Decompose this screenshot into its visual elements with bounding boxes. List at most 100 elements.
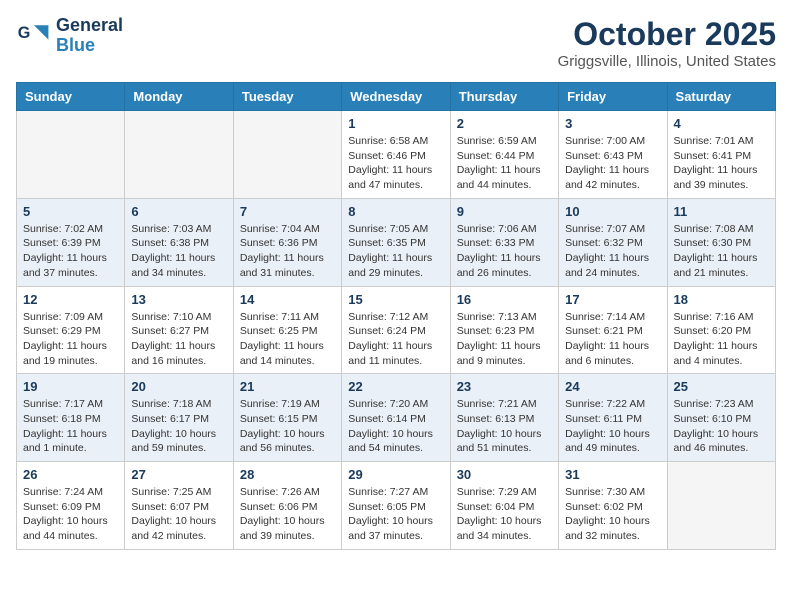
calendar-cell: 7Sunrise: 7:04 AM Sunset: 6:36 PM Daylig… (233, 198, 341, 286)
day-info: Sunrise: 7:10 AM Sunset: 6:27 PM Dayligh… (131, 310, 226, 369)
week-row-3: 12 Sunrise: 7:09 AM Sunset: 6:29 PM Dayli… (17, 286, 776, 374)
day-number: 21 (240, 379, 335, 394)
day-number: 29 (348, 467, 443, 482)
day-number: 10 (565, 204, 660, 219)
day-number: 13 (131, 292, 226, 307)
day-info: Sunrise: 6:58 AM Sunset: 6:46 PM Dayligh… (348, 134, 443, 193)
calendar-cell: 28Sunrise: 7:26 AM Sunset: 6:06 PM Dayli… (233, 462, 341, 550)
day-info: Sunrise: 7:17 AM Sunset: 6:18 PM Dayligh… (23, 397, 118, 456)
day-info: Sunrise: 7:25 AM Sunset: 6:07 PM Dayligh… (131, 485, 226, 544)
day-number: 4 (674, 116, 769, 131)
calendar-cell: 26 Sunrise: 7:24 AM Sunset: 6:09 PM Dayli… (17, 462, 125, 550)
calendar-cell: 16Sunrise: 7:13 AM Sunset: 6:23 PM Dayli… (450, 286, 558, 374)
day-number: 15 (348, 292, 443, 307)
location-title: Griggsville, Illinois, United States (558, 53, 776, 70)
calendar-cell (233, 111, 341, 199)
calendar-cell: 30 Sunrise: 7:29 AM Sunset: 6:04 PM Dayli… (450, 462, 558, 550)
day-info: Sunrise: 7:13 AM Sunset: 6:23 PM Dayligh… (457, 310, 552, 369)
day-number: 18 (674, 292, 769, 307)
calendar-cell: 31Sunrise: 7:30 AM Sunset: 6:02 PM Dayli… (559, 462, 667, 550)
calendar-cell: 4 Sunrise: 7:01 AM Sunset: 6:41 PM Daylig… (667, 111, 775, 199)
weekday-header-wednesday: Wednesday (342, 83, 450, 111)
day-number: 23 (457, 379, 552, 394)
calendar-cell: 14 Sunrise: 7:11 AM Sunset: 6:25 PM Dayli… (233, 286, 341, 374)
page-header: G General Blue October 2025 Griggsville,… (16, 16, 776, 70)
month-title: October 2025 (558, 16, 776, 53)
week-row-2: 5 Sunrise: 7:02 AM Sunset: 6:39 PM Daylig… (17, 198, 776, 286)
day-number: 9 (457, 204, 552, 219)
calendar-cell: 24 Sunrise: 7:22 AM Sunset: 6:11 PM Dayli… (559, 374, 667, 462)
calendar-cell: 12 Sunrise: 7:09 AM Sunset: 6:29 PM Dayli… (17, 286, 125, 374)
calendar-cell: 21 Sunrise: 7:19 AM Sunset: 6:15 PM Dayli… (233, 374, 341, 462)
calendar-cell (125, 111, 233, 199)
logo: G General Blue (16, 16, 123, 56)
day-number: 25 (674, 379, 769, 394)
day-number: 6 (131, 204, 226, 219)
day-number: 11 (674, 204, 769, 219)
day-number: 17 (565, 292, 660, 307)
day-info: Sunrise: 7:24 AM Sunset: 6:09 PM Dayligh… (23, 485, 118, 544)
calendar-cell: 20 Sunrise: 7:18 AM Sunset: 6:17 PM Dayli… (125, 374, 233, 462)
calendar-cell: 13 Sunrise: 7:10 AM Sunset: 6:27 PM Dayli… (125, 286, 233, 374)
day-number: 7 (240, 204, 335, 219)
day-info: Sunrise: 7:27 AM Sunset: 6:05 PM Dayligh… (348, 485, 443, 544)
calendar-cell: 2 Sunrise: 6:59 AM Sunset: 6:44 PM Daylig… (450, 111, 558, 199)
day-info: Sunrise: 7:03 AM Sunset: 6:38 PM Dayligh… (131, 222, 226, 281)
week-row-4: 19 Sunrise: 7:17 AM Sunset: 6:18 PM Dayli… (17, 374, 776, 462)
day-info: Sunrise: 7:30 AM Sunset: 6:02 PM Dayligh… (565, 485, 660, 544)
day-info: Sunrise: 7:23 AM Sunset: 6:10 PM Dayligh… (674, 397, 769, 456)
calendar-cell: 11Sunrise: 7:08 AM Sunset: 6:30 PM Dayli… (667, 198, 775, 286)
weekday-header-thursday: Thursday (450, 83, 558, 111)
day-number: 1 (348, 116, 443, 131)
svg-text:G: G (18, 24, 31, 42)
calendar-cell: 1 Sunrise: 6:58 AM Sunset: 6:46 PM Daylig… (342, 111, 450, 199)
calendar-cell: 23 Sunrise: 7:21 AM Sunset: 6:13 PM Dayli… (450, 374, 558, 462)
day-info: Sunrise: 6:59 AM Sunset: 6:44 PM Dayligh… (457, 134, 552, 193)
day-info: Sunrise: 7:14 AM Sunset: 6:21 PM Dayligh… (565, 310, 660, 369)
day-number: 5 (23, 204, 118, 219)
day-info: Sunrise: 7:11 AM Sunset: 6:25 PM Dayligh… (240, 310, 335, 369)
day-number: 19 (23, 379, 118, 394)
day-number: 20 (131, 379, 226, 394)
logo-line2: Blue (56, 36, 123, 56)
day-info: Sunrise: 7:22 AM Sunset: 6:11 PM Dayligh… (565, 397, 660, 456)
weekday-header-sunday: Sunday (17, 83, 125, 111)
calendar-cell: 17 Sunrise: 7:14 AM Sunset: 6:21 PM Dayli… (559, 286, 667, 374)
weekday-header-tuesday: Tuesday (233, 83, 341, 111)
day-info: Sunrise: 7:05 AM Sunset: 6:35 PM Dayligh… (348, 222, 443, 281)
day-info: Sunrise: 7:09 AM Sunset: 6:29 PM Dayligh… (23, 310, 118, 369)
week-row-5: 26 Sunrise: 7:24 AM Sunset: 6:09 PM Dayli… (17, 462, 776, 550)
day-number: 3 (565, 116, 660, 131)
day-number: 30 (457, 467, 552, 482)
day-number: 26 (23, 467, 118, 482)
day-info: Sunrise: 7:18 AM Sunset: 6:17 PM Dayligh… (131, 397, 226, 456)
weekday-header-row: SundayMondayTuesdayWednesdayThursdayFrid… (17, 83, 776, 111)
day-info: Sunrise: 7:01 AM Sunset: 6:41 PM Dayligh… (674, 134, 769, 193)
day-info: Sunrise: 7:29 AM Sunset: 6:04 PM Dayligh… (457, 485, 552, 544)
calendar-cell: 10Sunrise: 7:07 AM Sunset: 6:32 PM Dayli… (559, 198, 667, 286)
calendar-cell: 18Sunrise: 7:16 AM Sunset: 6:20 PM Dayli… (667, 286, 775, 374)
calendar-table: SundayMondayTuesdayWednesdayThursdayFrid… (16, 82, 776, 550)
calendar-cell: 6 Sunrise: 7:03 AM Sunset: 6:38 PM Daylig… (125, 198, 233, 286)
weekday-header-saturday: Saturday (667, 83, 775, 111)
day-info: Sunrise: 7:12 AM Sunset: 6:24 PM Dayligh… (348, 310, 443, 369)
day-number: 24 (565, 379, 660, 394)
calendar-cell: 22 Sunrise: 7:20 AM Sunset: 6:14 PM Dayli… (342, 374, 450, 462)
day-number: 2 (457, 116, 552, 131)
day-info: Sunrise: 7:19 AM Sunset: 6:15 PM Dayligh… (240, 397, 335, 456)
calendar-cell: 27Sunrise: 7:25 AM Sunset: 6:07 PM Dayli… (125, 462, 233, 550)
calendar-cell: 5 Sunrise: 7:02 AM Sunset: 6:39 PM Daylig… (17, 198, 125, 286)
day-number: 14 (240, 292, 335, 307)
calendar-cell: 25 Sunrise: 7:23 AM Sunset: 6:10 PM Dayli… (667, 374, 775, 462)
week-row-1: 1 Sunrise: 6:58 AM Sunset: 6:46 PM Daylig… (17, 111, 776, 199)
logo-line1: General (56, 16, 123, 36)
day-info: Sunrise: 7:00 AM Sunset: 6:43 PM Dayligh… (565, 134, 660, 193)
calendar-cell: 29 Sunrise: 7:27 AM Sunset: 6:05 PM Dayli… (342, 462, 450, 550)
calendar-cell (667, 462, 775, 550)
day-info: Sunrise: 7:02 AM Sunset: 6:39 PM Dayligh… (23, 222, 118, 281)
day-number: 22 (348, 379, 443, 394)
weekday-header-friday: Friday (559, 83, 667, 111)
day-number: 12 (23, 292, 118, 307)
day-info: Sunrise: 7:21 AM Sunset: 6:13 PM Dayligh… (457, 397, 552, 456)
day-info: Sunrise: 7:20 AM Sunset: 6:14 PM Dayligh… (348, 397, 443, 456)
